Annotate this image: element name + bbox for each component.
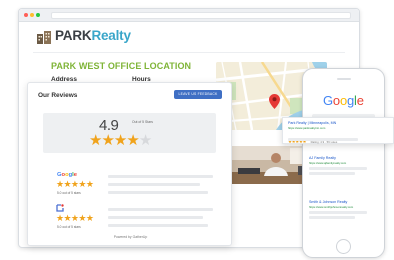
search-result-title[interactable]: Park Realty | Minneapolis, MN [288,121,336,125]
review-site-star-rating: ★★★★★ [56,213,94,223]
brand-name-part1: PARK [55,28,92,43]
google-average-text: 5.0 out of 5 stars [57,191,81,195]
powered-by-text[interactable]: Powered by GatherUp [28,235,233,239]
review-text-line [108,224,208,227]
search-result-snippet [309,211,367,214]
brand-logo-text[interactable]: PARKRealty [55,28,131,43]
overall-rating-box: 4.9 Out of 5 Stars ★★★★★ [43,113,216,153]
google-search-logo: Google [323,93,364,108]
rating-out-of: Out of 5 Stars [132,120,153,124]
review-text-line [108,216,203,219]
review-text-line [108,208,213,211]
star-icon: ★ [138,132,152,149]
search-result-rating-text: Rating: 4.9 · 56 votes [310,140,338,144]
star-icon: ★ [89,132,102,149]
smartphone-mockup: Google AJ Family Realty https://www.ajfa… [302,68,385,258]
google-star-rating: ★★★★★ [56,179,94,189]
star-icon: ★ [126,132,139,149]
search-result-snippet [288,138,358,141]
star-icon: ★ [113,132,127,149]
building-icon [37,31,51,44]
reviews-title: Our Reviews [38,92,78,99]
review-site-logo-icon [56,204,64,212]
address-bar[interactable] [51,12,351,19]
close-window-dot[interactable] [24,13,28,17]
leave-feedback-button[interactable]: LEAVE US FEEDBACK [174,90,222,99]
map-pin-icon[interactable] [269,94,280,109]
google-logo: Google [57,172,78,178]
search-result-snippet [309,167,367,170]
highlighted-search-result[interactable]: Park Realty | Minneapolis, MN https://ww… [282,117,394,144]
browser-title-bar [19,9,359,22]
search-result-snippet [309,216,355,219]
search-result-url: https://www.smithjohnsonrealty.com [309,205,354,209]
brand-name-part2: Realty [91,28,131,43]
overall-star-rating: ★★★★★ [89,132,152,149]
review-text-line [108,191,208,194]
review-text-line [108,175,213,178]
header-divider [33,52,345,53]
search-result-snippet [309,172,355,175]
star-icon: ★ [101,132,114,149]
office-title: PARK WEST OFFICE LOCATION [51,61,192,71]
maximize-window-dot[interactable] [36,13,40,17]
review-site-average-text: 5.0 out of 5 stars [57,225,81,229]
phone-home-button[interactable] [336,239,351,254]
search-result-url: https://www.ajfamilyrealty.com [309,161,347,165]
phone-speaker [337,78,351,80]
reviews-widget: Our Reviews LEAVE US FEEDBACK 4.9 Out of… [27,82,232,246]
search-result-title[interactable]: Smith & Johnson Realty [309,200,347,204]
minimize-window-dot[interactable] [30,13,34,17]
search-result-title[interactable]: AJ Family Realty [309,156,336,160]
review-text-line [108,183,200,186]
